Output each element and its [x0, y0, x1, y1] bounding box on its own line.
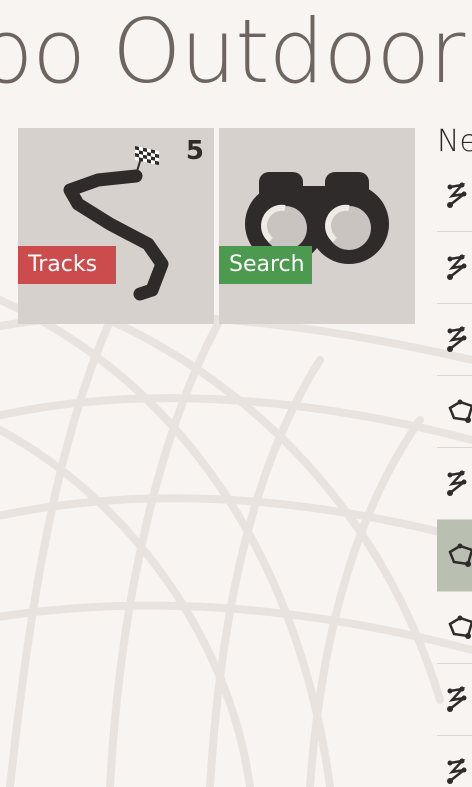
- track-line-icon: [447, 686, 467, 712]
- track-loop-icon: [448, 399, 472, 423]
- track-list: [437, 160, 472, 787]
- app-title: loo Outdoor: [0, 0, 465, 103]
- winding-track-flag-icon: [63, 146, 169, 301]
- tracks-tile[interactable]: 5 Tracks: [18, 128, 214, 324]
- track-list-item-5[interactable]: [437, 448, 472, 520]
- binoculars-icon: [245, 172, 389, 264]
- track-list-item-9[interactable]: [437, 736, 472, 787]
- tracks-count-badge: 5: [185, 136, 204, 166]
- track-line-icon: [447, 758, 467, 784]
- tracks-tile-label: Tracks: [18, 246, 116, 284]
- track-line-icon: [447, 182, 467, 208]
- newest-list-header: Ne: [437, 124, 472, 159]
- track-list-item-7[interactable]: [437, 592, 472, 664]
- track-list-item-8[interactable]: [437, 664, 472, 736]
- start-page: loo Outdoor 5 Tracks Search Ne: [0, 0, 472, 787]
- search-tile-label: Search: [219, 246, 312, 284]
- globe-background-decoration: [0, 296, 472, 787]
- track-line-icon: [447, 326, 467, 352]
- track-list-item-3[interactable]: [437, 304, 472, 376]
- track-loop-icon: [448, 615, 472, 639]
- track-list-item-2[interactable]: [437, 232, 472, 304]
- track-list-item-1[interactable]: [437, 160, 472, 232]
- track-loop-icon: [448, 543, 472, 567]
- track-list-item-4[interactable]: [437, 376, 472, 448]
- track-list-item-6-selected[interactable]: [437, 520, 472, 592]
- track-line-icon: [447, 254, 467, 280]
- search-tile[interactable]: Search: [219, 128, 415, 324]
- track-line-icon: [447, 470, 467, 496]
